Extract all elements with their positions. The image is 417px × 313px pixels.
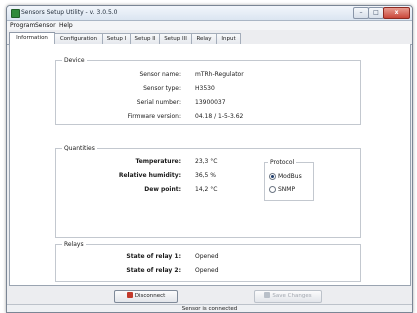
footer: Disconnect Save Changes Sensor is connec…	[7, 286, 412, 312]
temperature-value: 23,3 °C	[195, 158, 218, 165]
app-icon	[11, 9, 20, 18]
menu-program[interactable]: Program	[10, 22, 35, 29]
relative-humidity-label: Relative humidity:	[118, 172, 181, 179]
tab-configuration[interactable]: Configuration	[54, 33, 103, 44]
relative-humidity-value: 36,5 %	[195, 172, 216, 179]
tab-relay[interactable]: Relay	[191, 33, 217, 44]
menu-sensor[interactable]: Sensor	[35, 22, 56, 29]
information-panel: Device Sensor name: mTRh-Regulator Senso…	[9, 44, 411, 286]
device-group-label: Device	[62, 57, 87, 64]
window-title: Sensors Setup Utility - v. 3.0.5.0	[21, 9, 118, 16]
save-changes-button[interactable]: Save Changes	[254, 290, 322, 303]
sensor-type-label: Sensor type:	[143, 85, 181, 92]
relays-group: Relays State of relay 1: Opened State of…	[55, 241, 361, 282]
menu-help[interactable]: Help	[59, 22, 73, 29]
modbus-radio[interactable]	[269, 173, 276, 180]
protocol-group-label: Protocol	[268, 159, 297, 166]
serial-number-label: Serial number:	[136, 99, 181, 106]
minimize-button[interactable]: –	[353, 7, 369, 19]
quantities-group-label: Quantities	[62, 145, 97, 152]
save-icon	[264, 292, 271, 298]
firmware-version-label: Firmware version:	[127, 113, 181, 120]
app-window: Sensors Setup Utility - v. 3.0.5.0 – □ x…	[6, 5, 413, 313]
maximize-button[interactable]: □	[368, 7, 384, 19]
menu-bar: Program Sensor Help	[7, 21, 412, 30]
relay-2-state-value: Opened	[195, 267, 219, 274]
snmp-label[interactable]: SNMP	[278, 186, 295, 193]
disconnect-button[interactable]: Disconnect	[114, 290, 178, 303]
dew-point-label: Dew point:	[144, 186, 181, 193]
status-bar: Sensor is connected	[7, 304, 412, 312]
save-changes-button-label: Save Changes	[272, 293, 312, 299]
sensor-type-value: H3530	[195, 85, 215, 92]
sensor-name-value: mTRh-Regulator	[195, 71, 244, 78]
tab-input[interactable]: Input	[216, 33, 241, 44]
temperature-label: Temperature:	[135, 158, 181, 165]
relay-1-state-value: Opened	[195, 253, 219, 260]
quantities-group: Quantities Temperature: 23,3 °C Relative…	[55, 145, 361, 238]
disconnect-icon	[126, 292, 133, 298]
tab-setup-3[interactable]: Setup III	[159, 33, 192, 44]
title-bar[interactable]: Sensors Setup Utility - v. 3.0.5.0 – □ x	[7, 6, 412, 21]
relay-1-state-label: State of relay 1:	[126, 253, 181, 260]
relays-group-label: Relays	[62, 241, 86, 248]
disconnect-button-label: Disconnect	[134, 293, 166, 299]
dew-point-value: 14,2 °C	[195, 186, 218, 193]
snmp-radio[interactable]	[269, 186, 276, 193]
protocol-group: Protocol ModBus SNMP	[264, 159, 314, 201]
modbus-label[interactable]: ModBus	[278, 173, 302, 180]
firmware-version-value: 04.18 / 1-5-3.62	[195, 113, 244, 120]
relay-2-state-label: State of relay 2:	[126, 267, 181, 274]
close-button[interactable]: x	[383, 7, 410, 19]
device-group: Device Sensor name: mTRh-Regulator Senso…	[55, 57, 361, 125]
tab-setup-1[interactable]: Setup I	[102, 33, 131, 44]
tab-setup-2[interactable]: Setup II	[130, 33, 160, 44]
sensor-name-label: Sensor name:	[139, 71, 181, 78]
serial-number-value: 13900037	[195, 99, 226, 106]
